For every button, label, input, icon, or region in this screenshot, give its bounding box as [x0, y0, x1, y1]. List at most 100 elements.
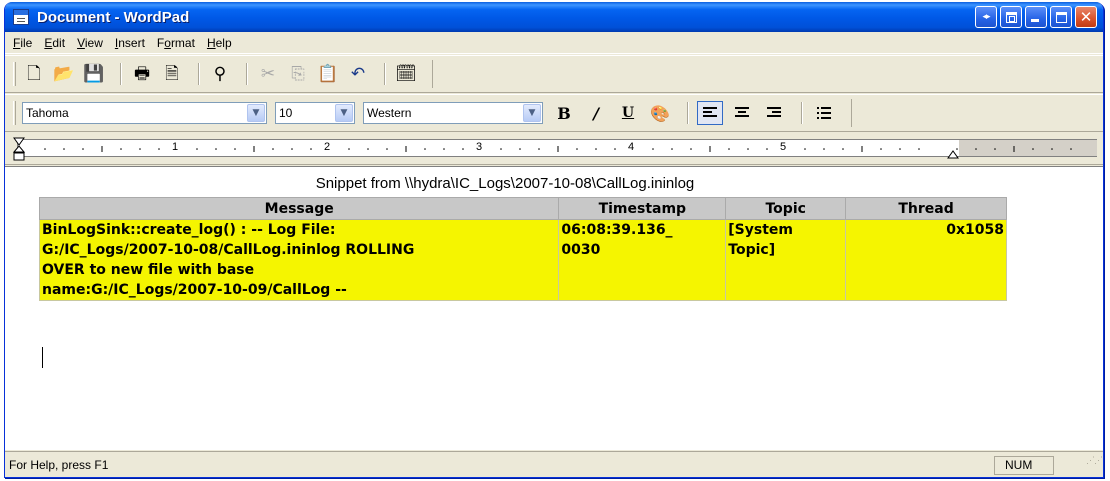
ruler-tick	[614, 148, 616, 150]
column-header-timestamp: Timestamp	[558, 197, 727, 220]
menu-bar: File Edit View Insert Format Help	[5, 32, 1103, 54]
column-header-topic: Topic	[725, 197, 847, 220]
ruler-ticks	[44, 146, 1072, 152]
paste-icon[interactable]: 📋	[316, 62, 340, 86]
ruler-strip[interactable]: 1 2 3 4 5	[17, 139, 1097, 157]
ruler-tick	[690, 148, 692, 150]
ruler-number: 4	[628, 141, 635, 153]
ruler-number: 2	[324, 141, 331, 153]
size-grip-icon[interactable]: ⋰⋰	[1086, 456, 1103, 472]
column-header-message: Message	[38, 197, 560, 220]
format-toolbar: Tahoma ▼ 10 ▼ Western ▼ B / U 🎨	[5, 94, 1103, 132]
ruler-number: 3	[476, 141, 483, 153]
menu-help[interactable]: Help	[201, 36, 238, 50]
ruler-tick	[234, 148, 236, 150]
color-palette-icon[interactable]: 🎨	[647, 101, 673, 125]
underline-button[interactable]: U	[615, 101, 641, 125]
wordpad-icon[interactable]	[13, 9, 29, 25]
minimize-button[interactable]	[1025, 6, 1047, 28]
ruler-tick	[880, 148, 882, 150]
print-icon[interactable]: 🖶	[130, 62, 154, 86]
ruler-tick	[538, 148, 540, 150]
cut-icon[interactable]: ✂	[256, 62, 280, 86]
toolbar-separator	[246, 63, 248, 85]
close-button[interactable]: ✕	[1075, 6, 1097, 28]
toolbar-separator	[801, 102, 803, 124]
standard-toolbar: 🗋 📂 💾 🖶 🗎 ⚲ ✂ ⎘ 📋 ↶ 🗓	[5, 55, 1103, 93]
ruler-number: 5	[780, 141, 787, 153]
chevron-down-icon[interactable]: ▼	[335, 104, 353, 122]
minimize-icon	[1031, 19, 1039, 22]
right-indent-marker-icon[interactable]	[947, 149, 959, 159]
align-left-icon	[703, 107, 717, 119]
ruler[interactable]: 1 2 3 4 5	[5, 133, 1103, 165]
document-area[interactable]: Snippet from \\hydra\IC_Logs\2007-10-08\…	[5, 166, 1103, 450]
status-bar: For Help, press F1 NUM ⋰⋰	[5, 451, 1103, 477]
ruler-tick	[842, 148, 844, 150]
align-left-button[interactable]	[697, 101, 723, 125]
date-time-icon[interactable]: 🗓	[394, 62, 418, 86]
toolbar-end	[432, 60, 433, 88]
ruler-tick	[500, 148, 502, 150]
toolbar-separator	[384, 63, 386, 85]
toolbar-grip[interactable]	[13, 101, 16, 125]
font-size-dropdown[interactable]: 10 ▼	[275, 102, 355, 124]
ruler-number: 1	[172, 141, 179, 153]
maximize-button[interactable]	[1050, 6, 1072, 28]
font-name-dropdown[interactable]: Tahoma ▼	[22, 102, 267, 124]
toolbar-separator	[120, 63, 122, 85]
menu-view[interactable]: View	[71, 36, 109, 50]
chevron-down-icon[interactable]: ▼	[523, 104, 541, 122]
restore-button[interactable]	[1000, 6, 1022, 28]
ruler-tick	[424, 148, 426, 150]
menu-format[interactable]: Format	[151, 36, 201, 50]
copy-icon[interactable]: ⎘	[286, 62, 310, 86]
bold-button[interactable]: B	[551, 101, 577, 125]
window-title: Document - WordPad	[37, 8, 190, 26]
close-icon: ✕	[1079, 7, 1093, 26]
toolbar-grip[interactable]	[13, 62, 16, 86]
script-dropdown[interactable]: Western ▼	[363, 102, 543, 124]
toolbar-separator	[198, 63, 200, 85]
ruler-tick	[576, 148, 578, 150]
ruler-tick	[348, 148, 350, 150]
switch-icon: ◂▸	[982, 12, 990, 22]
message-cell: BinLogSink::create_log() : -- Log File: …	[38, 219, 560, 301]
save-icon[interactable]: 💾	[82, 62, 106, 86]
ruler-tick	[747, 148, 749, 150]
italic-button[interactable]: /	[583, 101, 609, 125]
ruler-tick	[215, 148, 217, 150]
indent-marker-icon[interactable]	[13, 137, 25, 163]
align-center-button[interactable]	[729, 101, 755, 125]
align-right-button[interactable]	[761, 101, 787, 125]
ruler-tick	[766, 148, 768, 150]
toolbar-end	[851, 99, 852, 127]
new-icon[interactable]: 🗋	[22, 62, 46, 86]
log-table: Message Timestamp Topic Thread BinLogSin…	[38, 197, 1007, 301]
ruler-tick	[823, 148, 825, 150]
menu-insert[interactable]: Insert	[109, 36, 151, 50]
title-bar[interactable]: Document - WordPad ◂▸ ✕	[5, 2, 1103, 32]
bullet-list-icon	[817, 107, 831, 119]
ruler-tick	[1070, 148, 1072, 150]
open-icon[interactable]: 📂	[52, 62, 76, 86]
ruler-tick	[386, 148, 388, 150]
switch-mode-button[interactable]: ◂▸	[975, 6, 997, 28]
align-right-icon	[767, 107, 781, 119]
ruler-tick	[158, 148, 160, 150]
bullets-button[interactable]	[811, 101, 837, 125]
undo-icon[interactable]: ↶	[346, 62, 370, 86]
text-cursor	[42, 347, 43, 368]
ruler-tick	[1051, 148, 1053, 150]
menu-file[interactable]: File	[7, 36, 38, 50]
find-icon[interactable]: ⚲	[208, 62, 232, 86]
ruler-tick	[63, 148, 65, 150]
ruler-tick	[310, 148, 312, 150]
toolbar-separator	[687, 102, 689, 124]
window-controls: ◂▸ ✕	[975, 6, 1097, 28]
thread-cell: 0x1058	[845, 219, 1007, 301]
menu-edit[interactable]: Edit	[38, 36, 71, 50]
ruler-tick	[462, 148, 464, 150]
print-preview-icon[interactable]: 🗎	[160, 62, 184, 86]
chevron-down-icon[interactable]: ▼	[247, 104, 265, 122]
